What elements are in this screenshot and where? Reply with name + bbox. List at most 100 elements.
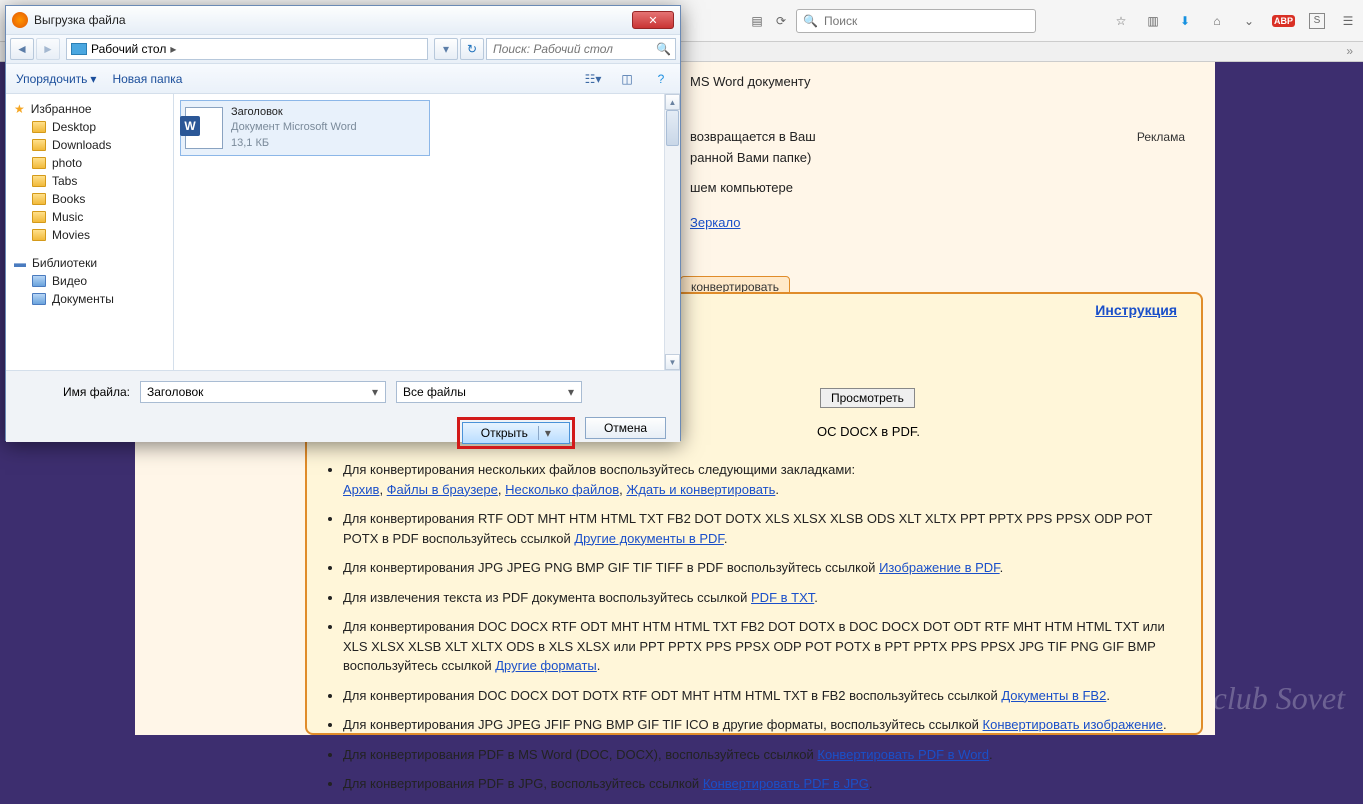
- reload-icon[interactable]: ⟳: [772, 12, 790, 30]
- refresh-button[interactable]: ↻: [460, 38, 484, 60]
- breadcrumb-bar[interactable]: Рабочий стол ▸: [66, 38, 428, 60]
- file-item-selected[interactable]: Заголовок Документ Microsoft Word 13,1 К…: [180, 100, 430, 156]
- help-icon[interactable]: ?: [652, 70, 670, 88]
- top-text-block: MS Word документу возвращается в Ваш ран…: [680, 62, 1215, 234]
- sidebar-item-music[interactable]: Music: [14, 208, 165, 226]
- chevron-down-icon[interactable]: ▾: [538, 426, 551, 440]
- bookmark-icon[interactable]: ☆: [1112, 12, 1130, 30]
- list-item: Для конвертирования PDF в MS Word (DOC, …: [343, 745, 1183, 765]
- dialog-search-input[interactable]: [493, 42, 650, 56]
- breadcrumb-text: Рабочий стол: [91, 42, 166, 56]
- chevron-down-icon[interactable]: ▾: [367, 384, 383, 400]
- text-line: шем компьютере: [690, 178, 1187, 199]
- scrollbar[interactable]: ▲ ▼: [664, 94, 680, 370]
- dialog-search[interactable]: 🔍: [486, 38, 676, 60]
- folder-icon: [32, 157, 46, 169]
- word-doc-icon: [185, 107, 223, 149]
- sidebar-item-desktop[interactable]: Desktop: [14, 118, 165, 136]
- chevron-right-icon[interactable]: ▸: [170, 42, 176, 56]
- close-button[interactable]: ✕: [632, 11, 674, 29]
- abp-icon[interactable]: ABP: [1272, 15, 1295, 27]
- folder-icon: [32, 275, 46, 287]
- sidebar-item-library[interactable]: Документы: [14, 290, 165, 308]
- list-item: Для конвертирования JPG JPEG PNG BMP GIF…: [343, 558, 1183, 578]
- dialog-titlebar[interactable]: Выгрузка файла ✕: [6, 6, 680, 34]
- forward-button[interactable]: ►: [36, 38, 60, 60]
- cancel-button[interactable]: Отмена: [585, 417, 666, 439]
- downloads-icon[interactable]: ⬇: [1176, 12, 1194, 30]
- instruction-link[interactable]: Инструкция: [1095, 302, 1177, 318]
- chevron-down-icon[interactable]: ▾: [563, 384, 579, 400]
- dialog-sidebar: ★Избранное DesktopDownloadsphotoTabsBook…: [6, 94, 174, 370]
- list-item: Для извлечения текста из PDF документа в…: [343, 588, 1183, 608]
- filetype-combo[interactable]: Все файлы▾: [396, 381, 582, 403]
- sidebar-item-movies[interactable]: Movies: [14, 226, 165, 244]
- browser-search[interactable]: 🔍: [796, 9, 1036, 33]
- file-size: 13,1 КБ: [231, 136, 357, 151]
- sidebar-item-books[interactable]: Books: [14, 190, 165, 208]
- pocket-icon[interactable]: ⌄: [1240, 12, 1258, 30]
- libraries-group[interactable]: ▬Библиотеки: [14, 254, 165, 272]
- content-link[interactable]: Другие форматы: [495, 658, 597, 673]
- tab-overflow-icon[interactable]: »: [1346, 44, 1353, 58]
- script-icon[interactable]: S: [1309, 13, 1325, 29]
- search-icon: 🔍: [803, 14, 818, 28]
- scroll-thumb[interactable]: [666, 110, 679, 146]
- content-link[interactable]: Документы в FB2: [1001, 688, 1106, 703]
- panel-heading: OC DOCX в PDF.: [817, 424, 920, 439]
- sidebar-item-photo[interactable]: photo: [14, 154, 165, 172]
- text-line: ранной Вами папке): [690, 148, 1187, 169]
- browse-button[interactable]: Просмотреть: [820, 388, 915, 408]
- file-name: Заголовок: [231, 105, 357, 120]
- folder-icon: [32, 211, 46, 223]
- scroll-down-icon[interactable]: ▼: [665, 354, 680, 370]
- sidebar-item-tabs[interactable]: Tabs: [14, 172, 165, 190]
- back-button[interactable]: ◄: [10, 38, 34, 60]
- ad-label: Реклама: [1137, 130, 1185, 144]
- file-list-area[interactable]: Заголовок Документ Microsoft Word 13,1 К…: [174, 94, 680, 370]
- content-link[interactable]: PDF в TXT: [751, 590, 814, 605]
- file-type: Документ Microsoft Word: [231, 120, 357, 135]
- library-icon: ▬: [14, 256, 26, 270]
- list-item: Для конвертирования RTF ODT MHT HTM HTML…: [343, 509, 1183, 548]
- home-icon[interactable]: ⌂: [1208, 12, 1226, 30]
- menu-icon[interactable]: ☰: [1339, 12, 1357, 30]
- sidebar-item-downloads[interactable]: Downloads: [14, 136, 165, 154]
- content-link[interactable]: Изображение в PDF: [879, 560, 1000, 575]
- content-link[interactable]: Архив: [343, 482, 379, 497]
- reader-icon[interactable]: ▤: [748, 12, 766, 30]
- filename-combo[interactable]: Заголовок▾: [140, 381, 386, 403]
- content-link[interactable]: Конвертировать PDF в Word: [817, 747, 989, 762]
- sidebar-item-library[interactable]: Видео: [14, 272, 165, 290]
- open-button[interactable]: Открыть▾: [462, 422, 570, 444]
- filename-label: Имя файла:: [63, 385, 130, 399]
- dropdown-history-button[interactable]: ▾: [434, 38, 458, 60]
- text-line: возвращается в Ваш: [690, 127, 1187, 148]
- new-folder-button[interactable]: Новая папка: [112, 72, 182, 86]
- dialog-toolbar: Упорядочить ▾ Новая папка ☷▾ ◫ ?: [6, 64, 680, 94]
- list-item: Для конвертирования JPG JPEG JFIF PNG BM…: [343, 715, 1183, 735]
- folder-icon: [32, 293, 46, 305]
- list-item: Для конвертирования нескольких файлов во…: [343, 460, 1183, 499]
- content-link[interactable]: Файлы в браузере: [387, 482, 498, 497]
- bullet-list: Для конвертирования нескольких файлов во…: [325, 460, 1183, 804]
- favorites-group[interactable]: ★Избранное: [14, 100, 165, 118]
- library-icon[interactable]: ▥: [1144, 12, 1162, 30]
- scroll-up-icon[interactable]: ▲: [665, 94, 680, 110]
- dialog-nav-row: ◄ ► Рабочий стол ▸ ▾ ↻ 🔍: [6, 34, 680, 64]
- mirror-link[interactable]: Зеркало: [690, 213, 740, 234]
- content-link[interactable]: Другие документы в PDF: [574, 531, 724, 546]
- firefox-icon: [12, 12, 28, 28]
- folder-icon: [32, 121, 46, 133]
- preview-pane-button[interactable]: ◫: [618, 70, 636, 88]
- view-mode-button[interactable]: ☷▾: [584, 70, 602, 88]
- content-link[interactable]: Конвертировать изображение: [983, 717, 1163, 732]
- search-input[interactable]: [824, 14, 1029, 28]
- chevron-down-icon: ▾: [90, 72, 96, 86]
- dialog-footer: Имя файла: Заголовок▾ Все файлы▾ Открыть…: [6, 370, 680, 442]
- organize-menu[interactable]: Упорядочить ▾: [16, 72, 96, 86]
- folder-icon: [32, 193, 46, 205]
- content-link[interactable]: Конвертировать PDF в JPG: [703, 776, 869, 791]
- content-link[interactable]: Несколько файлов: [505, 482, 619, 497]
- content-link[interactable]: Ждать и конвертировать: [626, 482, 775, 497]
